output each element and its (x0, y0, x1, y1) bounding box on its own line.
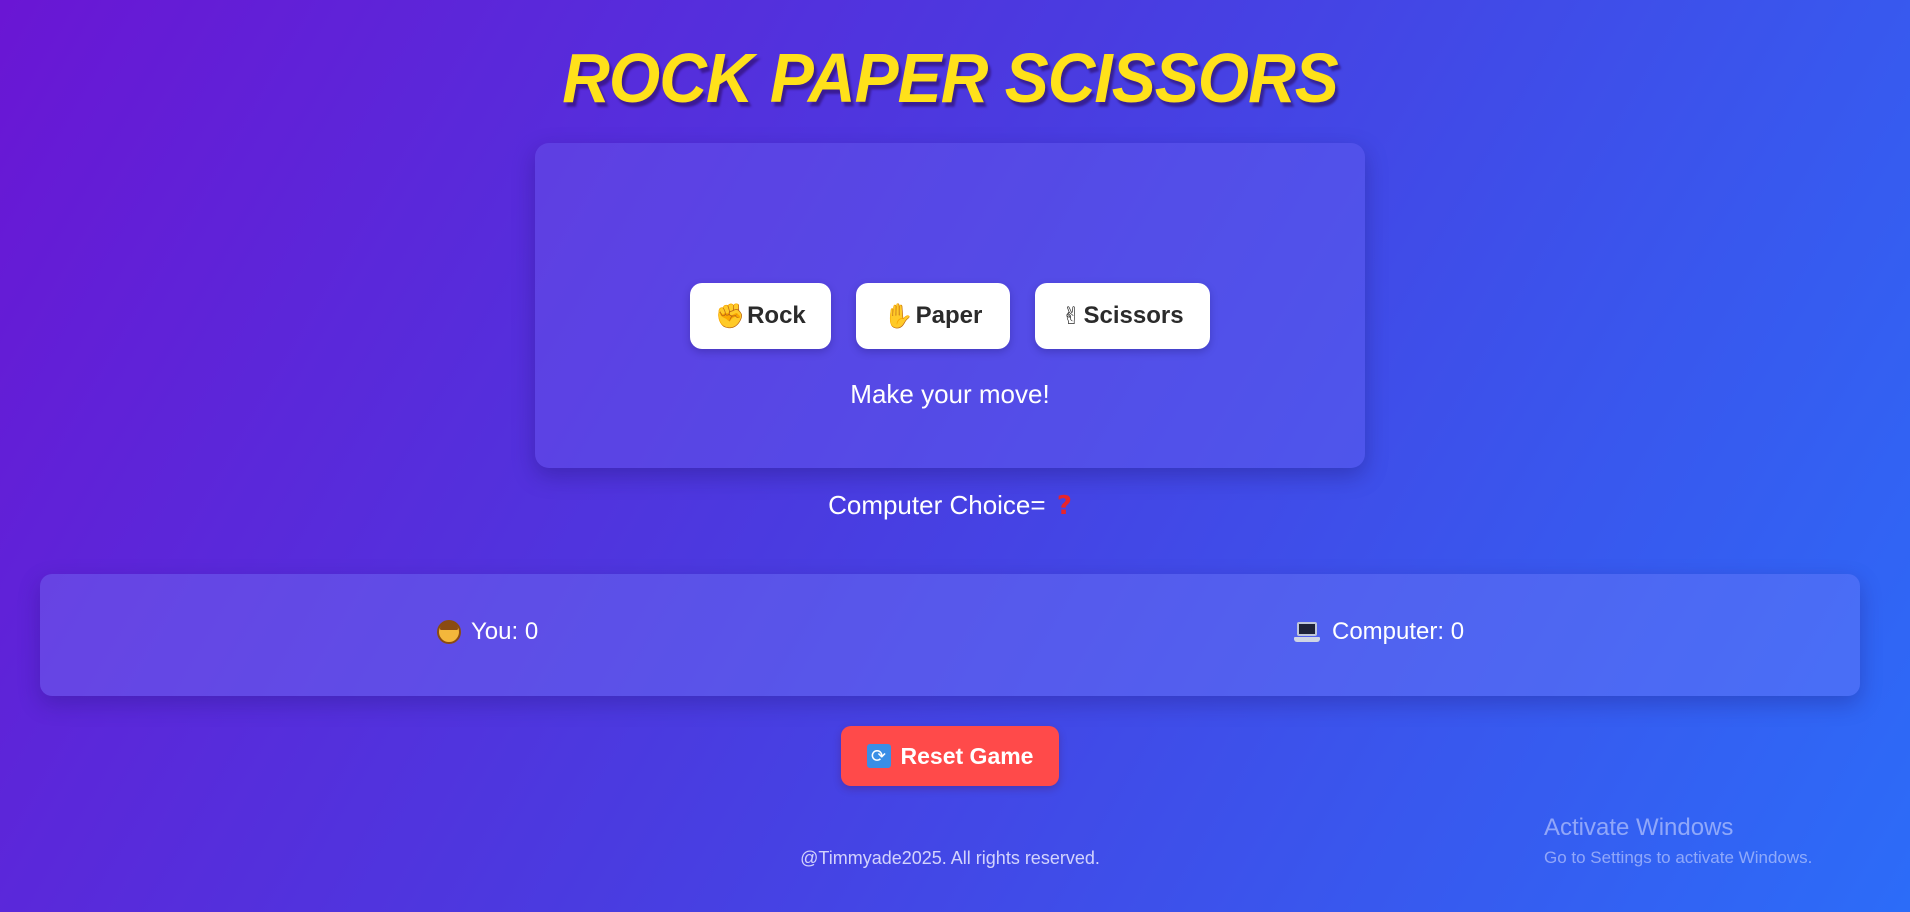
rock-button[interactable]: ✊ Rock (690, 283, 831, 349)
computer-score: Computer: 0 (1294, 618, 1464, 646)
scissors-button[interactable]: ✌ Scissors (1035, 283, 1210, 349)
computer-choice: Computer Choice= ? (0, 490, 1900, 521)
computer-choice-label: Computer Choice= (828, 490, 1046, 520)
victory-hand-icon: ✌ (1061, 302, 1082, 330)
laptop-icon (1294, 622, 1320, 642)
paper-label: Paper (915, 302, 983, 329)
choice-buttons: ✊ Rock ✋ Paper ✌ Scissors (535, 283, 1365, 349)
watermark-title: Activate Windows (1544, 814, 1734, 841)
question-mark-icon: ? (1056, 491, 1072, 521)
reset-game-label: Reset Game (900, 742, 1034, 769)
open-hand-icon: ✋ (883, 302, 914, 330)
game-card: ✊ Rock ✋ Paper ✌ Scissors Make your move… (535, 143, 1365, 468)
computer-score-label: Computer: 0 (1332, 618, 1465, 645)
watermark-subtitle: Go to Settings to activate Windows. (1544, 848, 1813, 867)
player-score: You: 0 (437, 618, 538, 646)
fist-icon: ✊ (715, 302, 746, 330)
windows-activation-watermark: Activate Windows Go to Settings to activ… (1544, 814, 1812, 868)
refresh-icon: ⟳ (866, 744, 891, 768)
person-icon (437, 620, 461, 644)
game-title: ROCK PAPER SCISSORS (562, 39, 1339, 117)
player-score-label: You: 0 (471, 618, 539, 645)
scissors-label: Scissors (1083, 302, 1184, 329)
scoreboard: You: 0 Computer: 0 (40, 574, 1860, 696)
paper-button[interactable]: ✋ Paper (856, 283, 1010, 349)
rock-label: Rock (747, 302, 806, 329)
status-message: Make your move! (850, 379, 1050, 409)
reset-game-button[interactable]: ⟳ Reset Game (841, 726, 1059, 786)
